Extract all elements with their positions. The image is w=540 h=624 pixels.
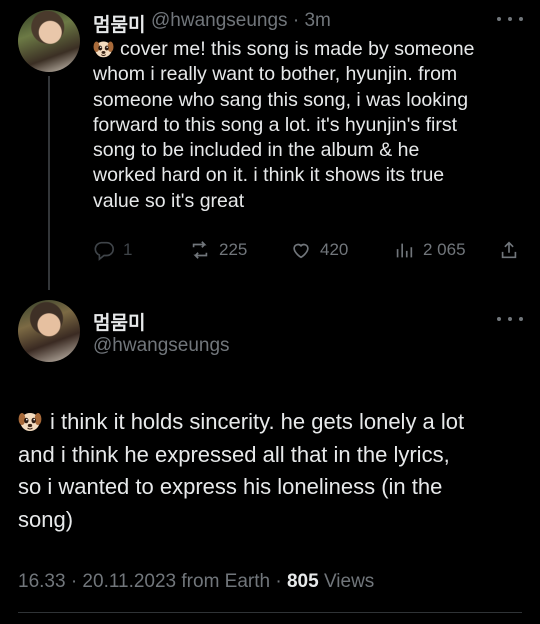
avatar[interactable] [18, 10, 80, 72]
divider [18, 612, 522, 613]
reply-count: 1 [123, 240, 133, 259]
reply-button[interactable]: 1 [93, 239, 132, 261]
views-button[interactable]: 2 065 [393, 239, 466, 261]
timestamp[interactable]: 3m [304, 10, 330, 31]
views-label-text: Views [323, 571, 375, 592]
views-count: 2 065 [423, 240, 466, 259]
like-count: 420 [320, 240, 349, 259]
display-name[interactable]: 멈뭄미 [93, 10, 145, 37]
display-name[interactable]: 멈뭄미 [93, 308, 145, 335]
tweet-actions: 1 225 420 2 065 [93, 239, 523, 263]
timestamp[interactable]: 16.33 · 20.11.2023 from Earth · [18, 571, 287, 592]
share-icon [501, 241, 517, 259]
thread-line [48, 76, 50, 290]
views-icon [396, 243, 413, 258]
puppy-emoji-icon [18, 412, 42, 432]
views-label: Views [319, 571, 375, 592]
handle[interactable]: @hwangseungs [93, 335, 230, 357]
views-count: 805 [286, 571, 319, 592]
share-button[interactable] [498, 239, 520, 261]
tweet-text: i think it holds sincerity. he gets lone… [18, 406, 523, 536]
avatar[interactable] [18, 300, 80, 362]
tweet-text-content: cover me! this song is made by someone w… [93, 38, 475, 212]
tweet-text-content: i think it holds sincerity. he gets lone… [18, 409, 465, 532]
tweet-meta: 16.33 · 20.11.2023 from Earth · 805 View… [18, 571, 374, 593]
reply-icon [94, 241, 114, 261]
repost-button[interactable]: 225 [189, 239, 247, 261]
repost-icon [192, 241, 208, 259]
handle-and-time[interactable]: @hwangseungs · 3m [151, 10, 331, 32]
more-icon[interactable] [497, 14, 523, 24]
puppy-emoji-icon [93, 41, 114, 58]
repost-count: 225 [219, 240, 248, 259]
handle[interactable]: @hwangseungs [151, 10, 288, 31]
more-icon[interactable] [497, 314, 523, 324]
separator-dot: · [287, 10, 305, 31]
heart-icon [293, 243, 309, 259]
tweet-text: cover me! this song is made by someone w… [93, 37, 523, 214]
like-button[interactable]: 420 [290, 239, 348, 261]
